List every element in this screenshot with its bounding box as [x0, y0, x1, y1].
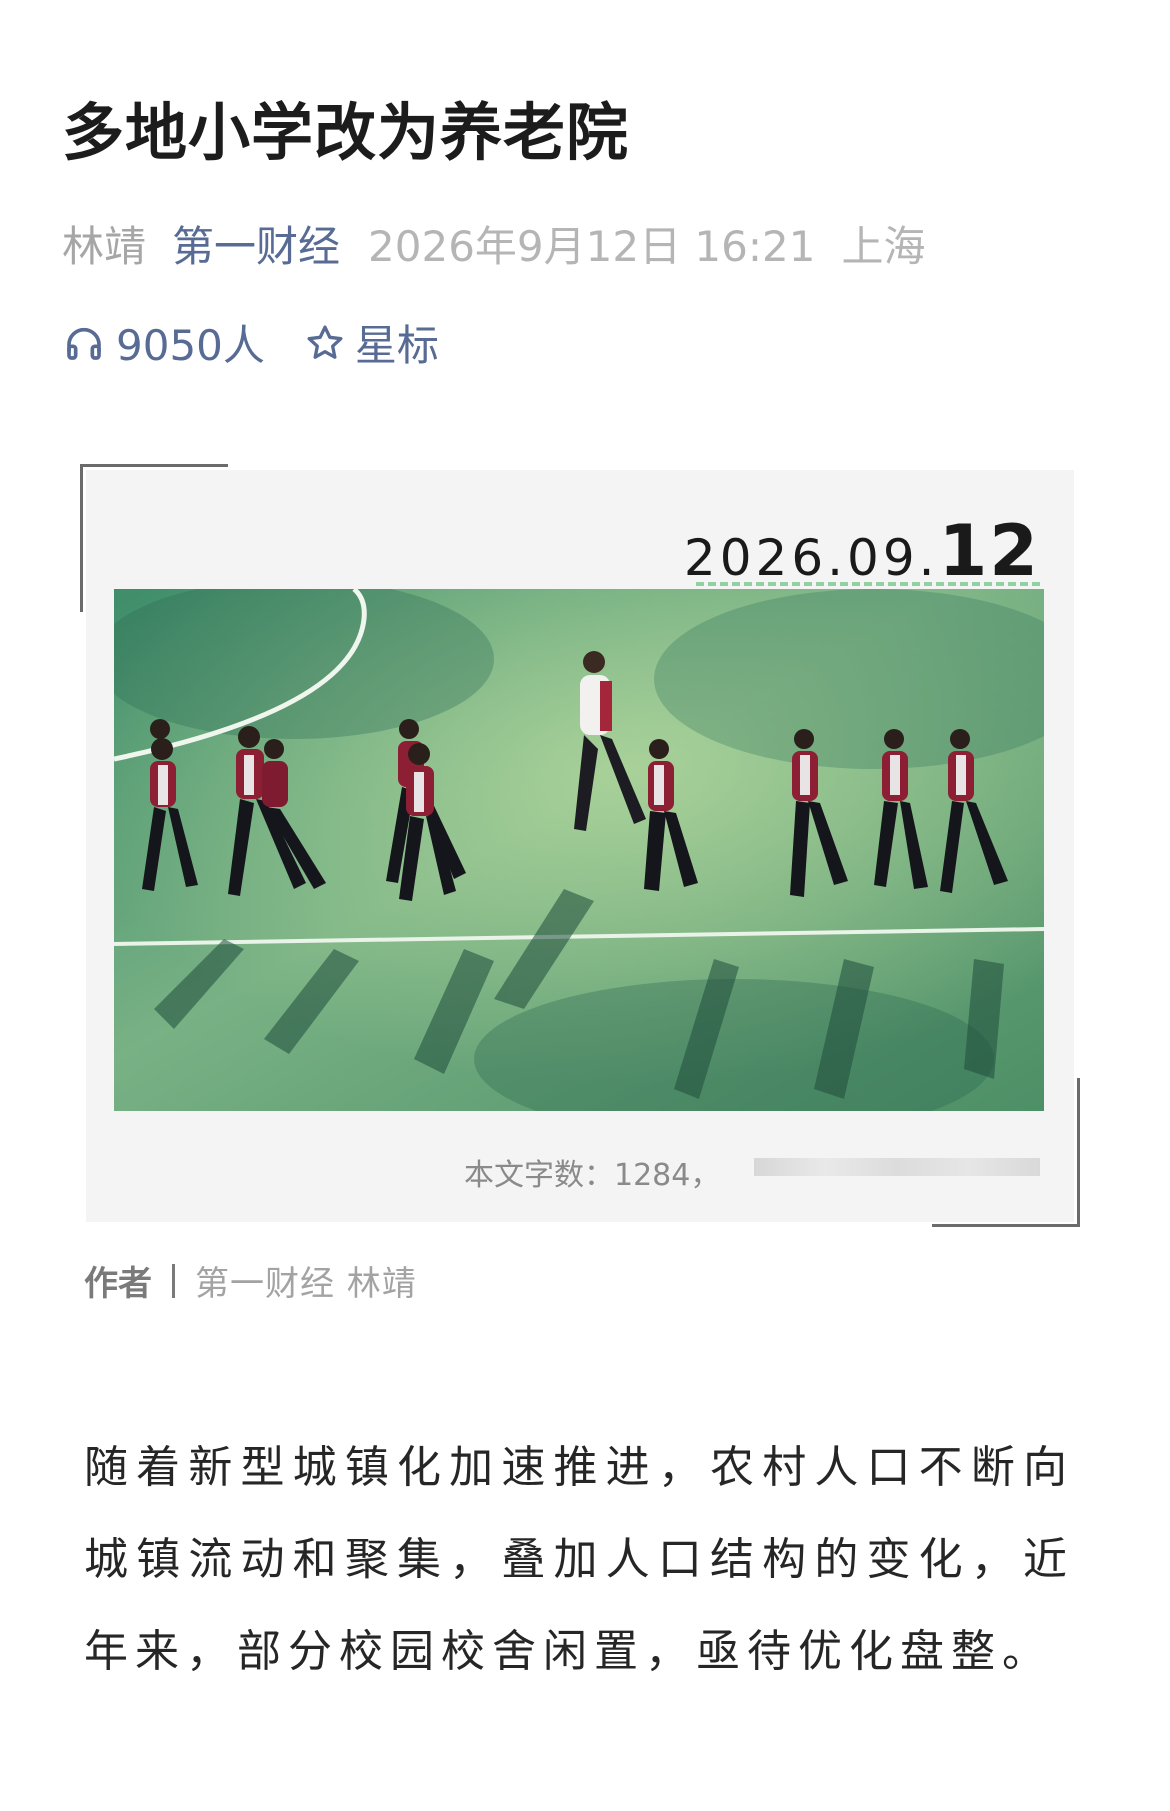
byline-label: 作者 [84, 1264, 152, 1304]
word-count: 本文字数：1284， [464, 1158, 721, 1193]
account-name-link[interactable]: 第一财经 [172, 222, 340, 271]
headphones-icon [64, 323, 104, 363]
corner-bracket-bottom-right [932, 1224, 1080, 1227]
byline-value: 第一财经 林靖 [195, 1264, 417, 1304]
cover-date-prefix: 2026.09. [683, 529, 939, 587]
cover-date-underline [696, 582, 1040, 586]
article-title: 多地小学改为养老院 [62, 96, 630, 169]
listen-button[interactable]: 9050人 [64, 312, 265, 373]
article-meta: 林靖 第一财经 2026年9月12日 16:21 上海 [62, 222, 926, 272]
listen-count: 9050人 [116, 321, 265, 370]
corner-bracket-top-left-vertical [80, 464, 83, 612]
article-paragraph: 随着新型城镇化加速推进，农村人口不断向城镇流动和聚集，叠加人口结构的变化，近年来… [84, 1442, 1074, 1677]
cover-photo[interactable] [114, 589, 1044, 1111]
cover-date-day: 12 [938, 510, 1040, 592]
corner-bracket-top-left [80, 464, 228, 467]
corner-bracket-bottom-right-vertical [1077, 1078, 1080, 1227]
publish-datetime: 2026年9月12日 16:21 [368, 222, 816, 271]
star-label: 星标 [354, 321, 439, 370]
cover-date-stamp: 2026.09.12 [684, 510, 1040, 592]
byline-separator [172, 1263, 175, 1298]
star-button[interactable]: 星标 [305, 312, 439, 373]
obscured-text [754, 1158, 1040, 1176]
author-name: 林靖 [62, 222, 147, 271]
star-outline-icon [305, 323, 345, 363]
publish-location: 上海 [841, 222, 926, 271]
author-byline: 作者 第一财经 林靖 [84, 1256, 417, 1305]
article-stats: 9050人 星标 [64, 312, 439, 373]
